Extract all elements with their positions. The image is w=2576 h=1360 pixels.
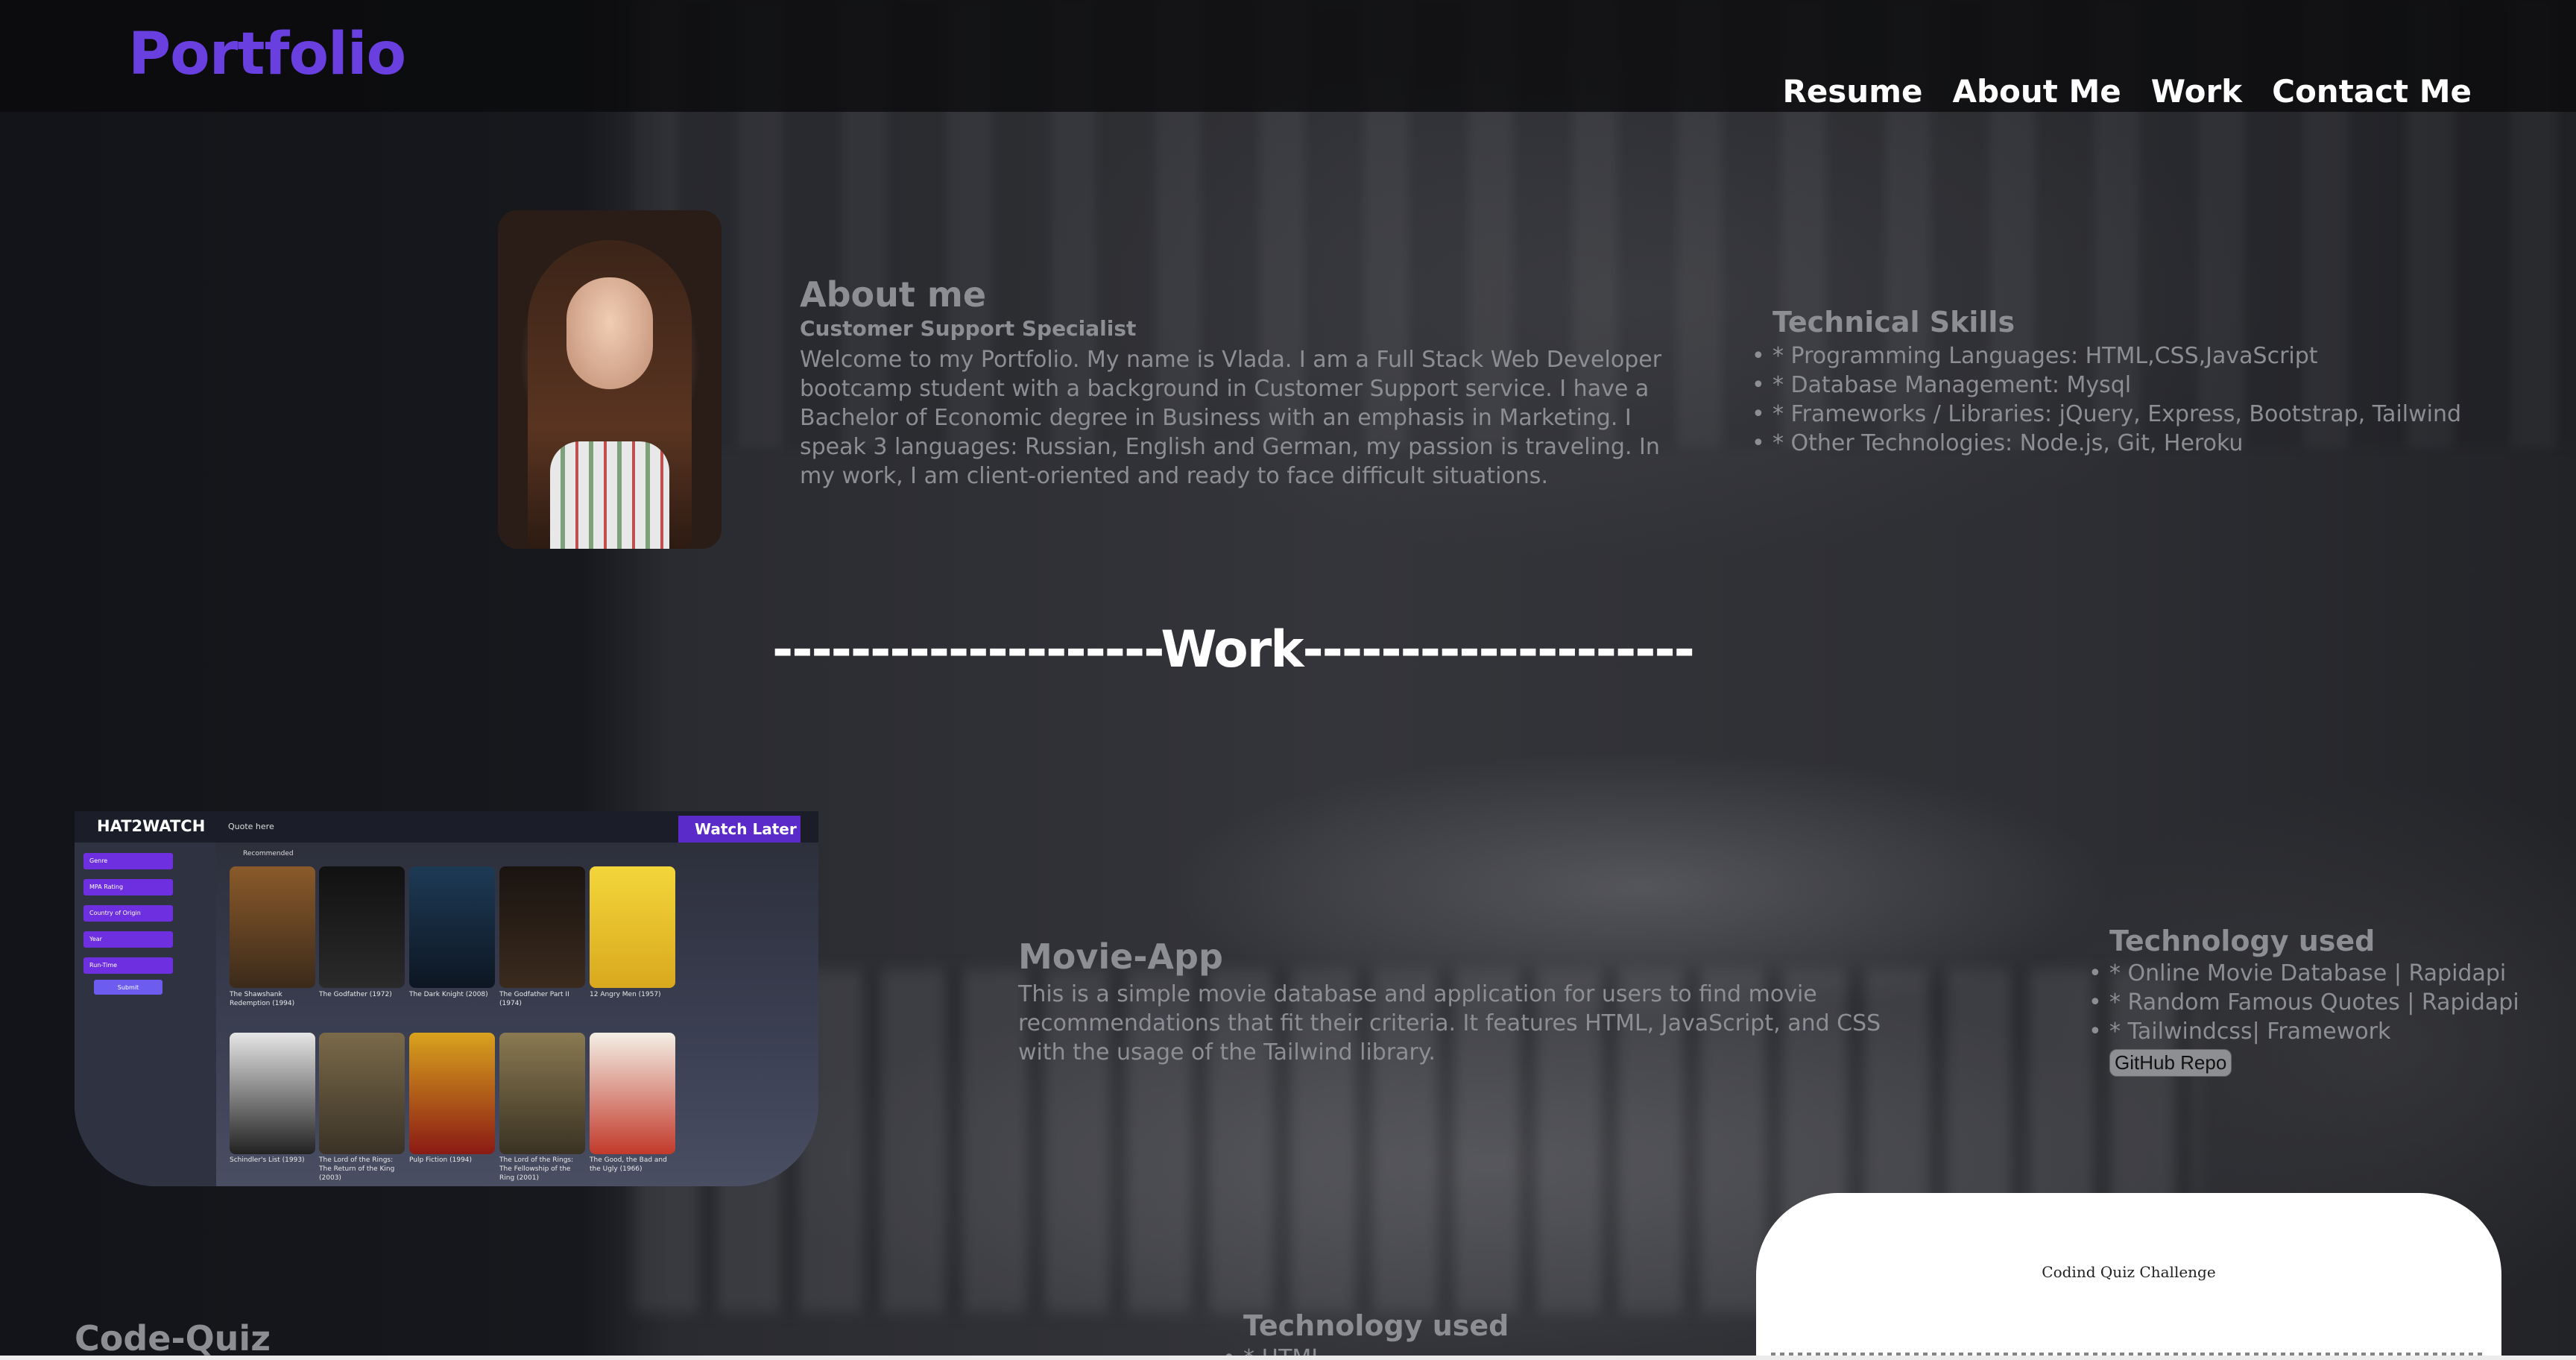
about-section: About me Customer Support Specialist Wel… (800, 274, 1694, 491)
movie-app-title: Movie-App (1018, 936, 1223, 977)
filter-mpa-rating: MPA Rating (83, 879, 173, 895)
movie-title: The Lord of the Rings: The Return of the… (319, 1156, 395, 1182)
skill-item: * Database Management: Mysql (1752, 371, 2518, 400)
filter-year: Year (83, 931, 173, 948)
nav-work[interactable]: Work (2151, 73, 2242, 110)
watch-later-button: Watch Later (678, 816, 801, 843)
nav-about-me[interactable]: About Me (1952, 73, 2121, 110)
window-bottom-edge (0, 1356, 2576, 1360)
movie-title: Pulp Fiction (1994) (409, 1156, 473, 1164)
skill-item: * Programming Languages: HTML,CSS,JavaSc… (1752, 341, 2518, 371)
movie-title: The Lord of the Rings: The Fellowship of… (499, 1156, 574, 1182)
skill-item: * Frameworks / Libraries: jQuery, Expres… (1752, 400, 2518, 429)
movie-poster (409, 1033, 495, 1154)
movie-app-screenshot[interactable]: HAT2WATCH Quote here Watch Later Genre M… (75, 811, 818, 1186)
main-nav: Resume About Me Work Contact Me (1782, 73, 2472, 110)
technology-item: * Random Famous Quotes | Rapidapi (2089, 988, 2557, 1017)
movie-poster (230, 866, 315, 988)
work-heading: --------------------Work----------------… (772, 620, 1695, 679)
screenshot-logo: HAT2WATCH (97, 817, 206, 835)
code-quiz-technology: Technology used * HTML (1222, 1309, 1690, 1360)
nav-contact-me[interactable]: Contact Me (2272, 73, 2472, 110)
movie-app-description: This is a simple movie database and appl… (1018, 981, 1881, 1065)
movie-app-section: Movie-App This is a simple movie databas… (1018, 936, 1913, 1067)
skills-title: Technical Skills (1772, 306, 2015, 339)
filter-submit: Submit (94, 980, 162, 995)
screenshot-sidebar: Genre MPA Rating Country of Origin Year … (75, 843, 216, 1186)
movie-title: The Godfather (1972) (319, 991, 392, 998)
about-role: Customer Support Specialist (800, 316, 1137, 341)
profile-photo (498, 210, 722, 549)
top-bar: Portfolio Resume About Me Work Contact M… (0, 0, 2576, 112)
about-title: About me (800, 274, 987, 315)
technology-item: * Tailwindcss| Framework (2089, 1017, 2557, 1046)
movie-title: The Good, the Bad and the Ugly (1966) (590, 1156, 667, 1173)
movie-poster (319, 1033, 405, 1154)
movie-poster (230, 1033, 315, 1154)
movie-title: Schindler's List (1993) (230, 1156, 305, 1164)
movie-poster (590, 866, 675, 988)
movie-title: The Dark Knight (2008) (409, 991, 488, 998)
filter-runtime: Run-Time (83, 957, 173, 974)
github-repo-button[interactable]: GitHub Repo (2109, 1049, 2232, 1077)
movie-poster (590, 1033, 675, 1154)
movie-poster (499, 866, 585, 988)
code-quiz-title: Code-Quiz (75, 1318, 271, 1359)
about-text: Welcome to my Portfolio. My name is Vlad… (800, 347, 1662, 489)
movie-poster (409, 866, 495, 988)
technology-title: Technology used (1243, 1309, 1509, 1342)
skill-item: * Other Technologies: Node.js, Git, Hero… (1752, 429, 2518, 458)
filter-genre: Genre (83, 853, 173, 869)
technology-item: * Online Movie Database | Rapidapi (2089, 959, 2557, 988)
code-quiz-screenshot[interactable]: Codind Quiz Challenge (1756, 1193, 2501, 1360)
movie-title: The Godfather Part II (1974) (499, 991, 569, 1007)
technology-title: Technology used (2109, 925, 2375, 957)
filter-country: Country of Origin (83, 905, 173, 922)
movie-title: The Shawshank Redemption (1994) (230, 991, 295, 1007)
recommended-label: Recommended (243, 850, 294, 857)
movie-poster (319, 866, 405, 988)
movie-app-technology: Technology used * Online Movie Database … (2089, 925, 2557, 1077)
quiz-preview-title: Codind Quiz Challenge (2042, 1263, 2216, 1281)
nav-resume[interactable]: Resume (1782, 73, 1922, 110)
screenshot-quote: Quote here (228, 822, 274, 831)
skills-list: * Programming Languages: HTML,CSS,JavaSc… (1752, 341, 2518, 458)
technical-skills: Technical Skills * Programming Languages… (1752, 306, 2518, 458)
movie-title: 12 Angry Men (1957) (590, 991, 661, 998)
movie-poster (499, 1033, 585, 1154)
brand-logo[interactable]: Portfolio (128, 21, 406, 88)
technology-list: * Online Movie Database | Rapidapi * Ran… (2089, 959, 2557, 1046)
